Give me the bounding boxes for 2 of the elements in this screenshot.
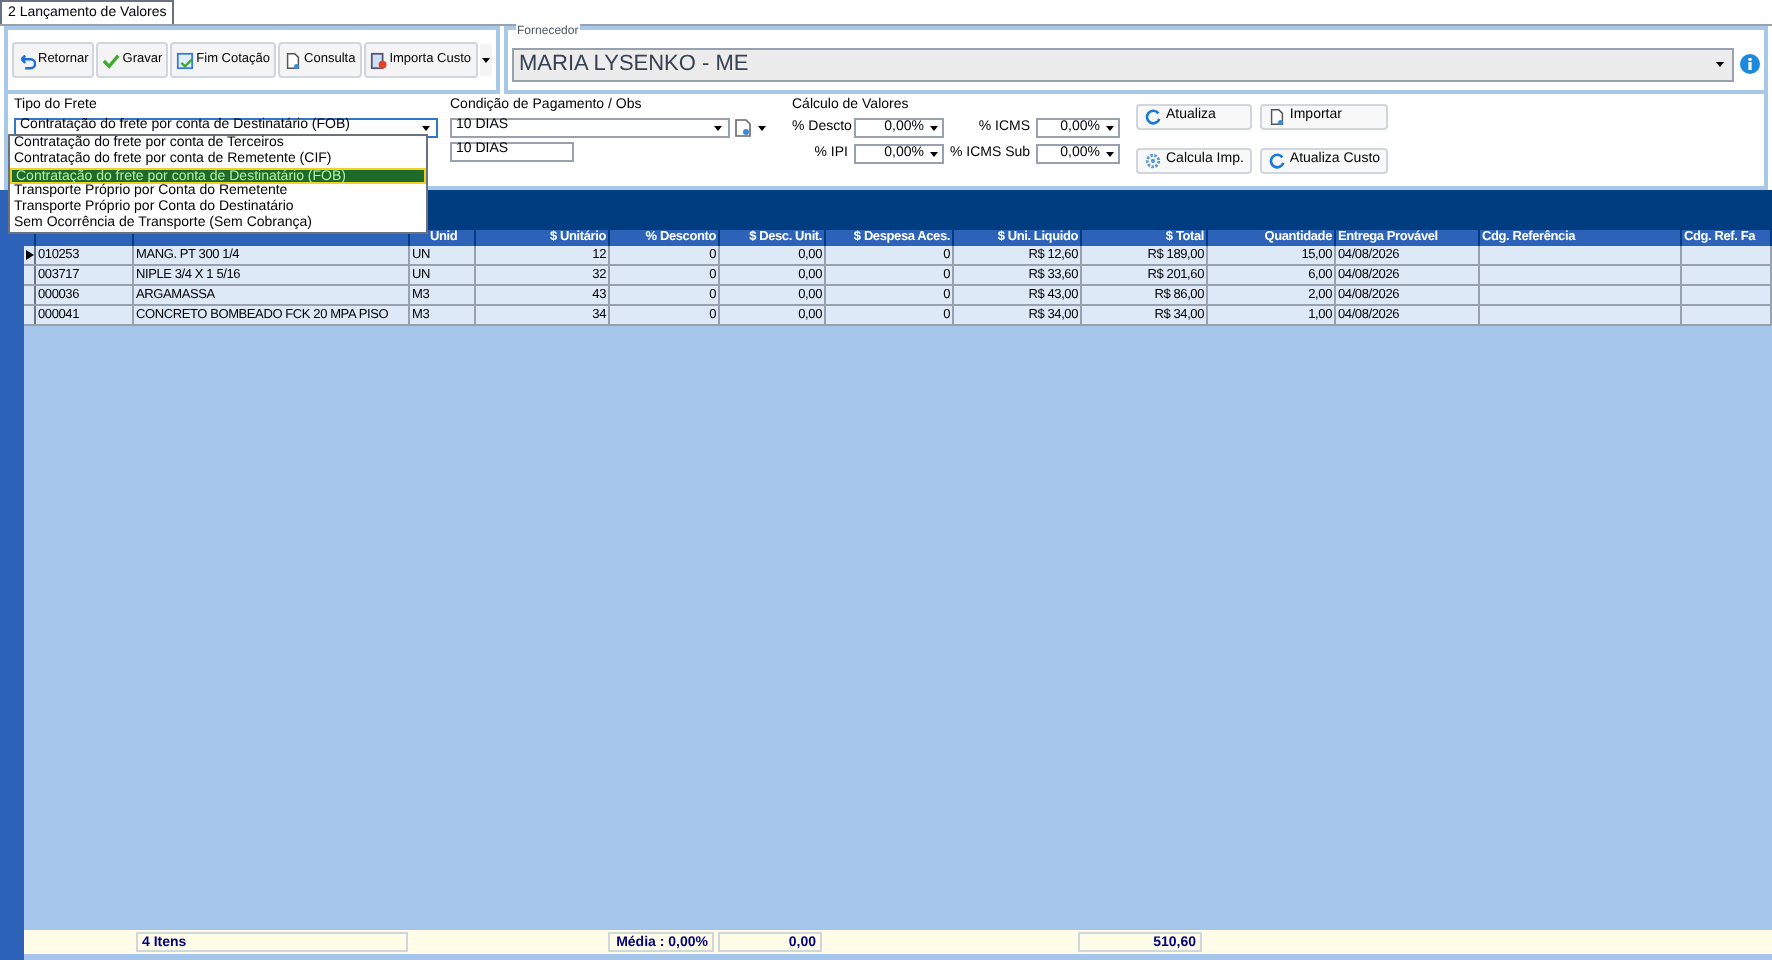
supplier-dropdown[interactable]: MARIA LYSENKO - ME [511, 47, 1734, 81]
field-value: MARIA LYSENKO - ME [519, 49, 749, 80]
